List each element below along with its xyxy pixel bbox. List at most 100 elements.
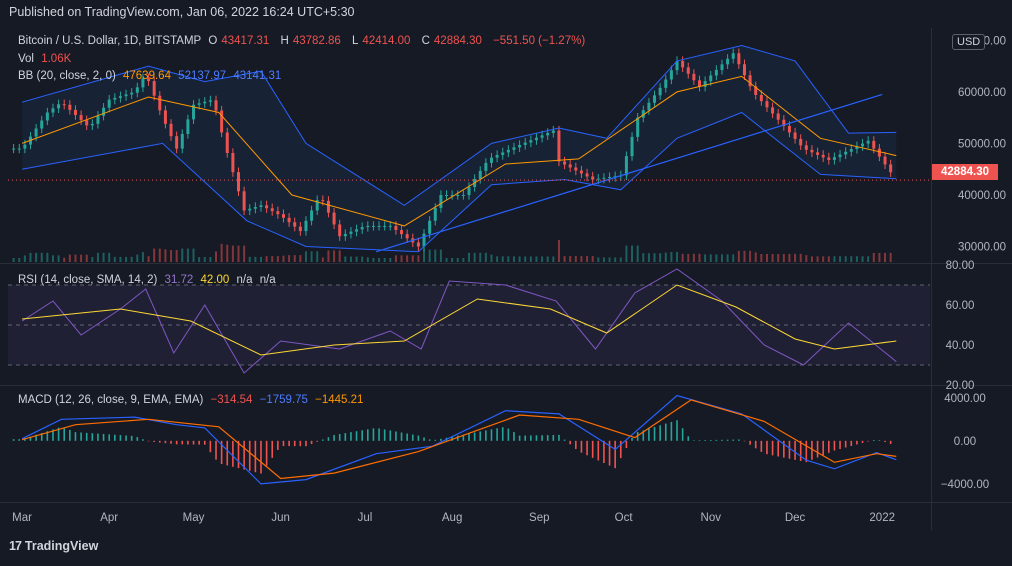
volume-bar [799,253,802,262]
macd-hist-bar [732,439,735,441]
candle-body [371,225,375,227]
candle-body [388,225,392,227]
macd-hist-bar [18,439,21,441]
macd-hist-bar [496,428,498,441]
candle-body [445,194,449,196]
volume-bar [406,255,409,262]
macd-hist-bar [513,432,515,441]
candle-body [338,224,342,237]
candle-body [400,230,404,235]
macd-hist-bar [479,431,482,441]
rsi-sma-value: 42.00 [200,274,230,286]
macd-hist-bar [631,437,633,441]
candle-body [349,231,353,234]
candle-body [866,140,870,144]
macd-hist-bar [400,432,403,441]
macd-hist-bar [648,428,650,441]
volume-bar [754,252,757,262]
volume-bar [108,252,111,262]
volume-bar [541,256,544,262]
volume-bar [771,254,774,262]
candle-body [827,157,831,160]
candle-body [630,136,634,157]
volume-bar [355,256,358,262]
candle-body [197,103,201,105]
volume-bar [327,250,330,262]
candle-body [686,67,690,74]
bb-upper-value: 52137.97 [178,70,227,82]
macd-hist-bar [805,440,808,463]
macd-hist-bar [833,440,836,451]
candle-body [529,140,533,143]
volume-bar [29,252,32,262]
candle-body [546,132,550,136]
candle-body [253,207,257,209]
macd-hist-bar [889,440,892,444]
volume-bar [602,257,605,262]
macd-hist-bar [344,433,347,441]
volume-bar [664,252,667,262]
candle-body [383,225,387,227]
rsi-tick-label: 60.00 [946,300,975,312]
candle-body [877,148,881,157]
macd-hist-bar [209,440,212,453]
candle-body [669,70,673,80]
rsi-na-2: n/a [259,274,276,286]
candle-body [416,242,420,247]
symbol-name: Bitcoin / U.S. Dollar, 1D, BITSTAMP [18,35,202,47]
volume-bar [96,252,99,262]
tradingview-brand[interactable]: 17 TradingView [9,539,98,553]
candle-body [624,156,628,176]
candle-body [428,220,432,234]
bb-legend: BB (20, close, 2, 0) 47639.64 52137.97 4… [18,70,285,82]
macd-hist-bar [563,439,566,441]
time-tick-label: Oct [615,512,634,524]
candle-body [96,115,100,124]
candle-body [872,140,876,149]
volume-bar [546,256,549,262]
candle-body [602,177,606,179]
macd-tick-label: 0.00 [954,436,976,448]
volume-bar [619,257,622,262]
volume-bar [681,253,684,262]
time-tick-label: Jun [271,512,290,524]
candle-body [653,95,657,103]
volume-bar [321,257,324,262]
macd-hist-bar [175,440,178,445]
ohlc-open: O 43417.31 [208,35,273,47]
candle-body [433,207,437,221]
volume-bar [698,253,701,262]
macd-hist-bar [816,440,819,458]
candle-body [321,200,325,202]
volume-bar [141,252,144,262]
candle-body [17,148,21,150]
macd-hist-bar [417,435,420,441]
candle-body [889,164,893,173]
volume-bar [12,258,15,262]
candle-body [298,226,302,232]
volume-bar [226,244,229,262]
currency-button[interactable]: USD [952,34,986,50]
macd-hist-bar [114,434,116,441]
candle-body [90,123,94,126]
macd-hist-bar [69,429,71,441]
volume-bar [794,253,797,262]
volume-bar [647,253,650,262]
macd-signal-value: −1445.21 [315,394,364,406]
candle-body [608,177,612,179]
macd-hist-bar [608,440,611,466]
candle-body [484,162,488,171]
macd-histogram [12,420,892,474]
macd-hist-bar [754,440,757,449]
volume-bar [867,256,870,262]
volume-bar [569,256,572,262]
volume-bar [529,256,532,262]
macd-hist-bar [299,440,302,447]
price-tick-label: 60000.00 [958,87,1006,99]
volume-bar [512,256,515,262]
macd-hist-bar [799,440,802,461]
candle-body [636,117,640,137]
candle-body [810,149,814,153]
macd-hist-bar [378,428,380,441]
volume-bar [63,257,66,262]
